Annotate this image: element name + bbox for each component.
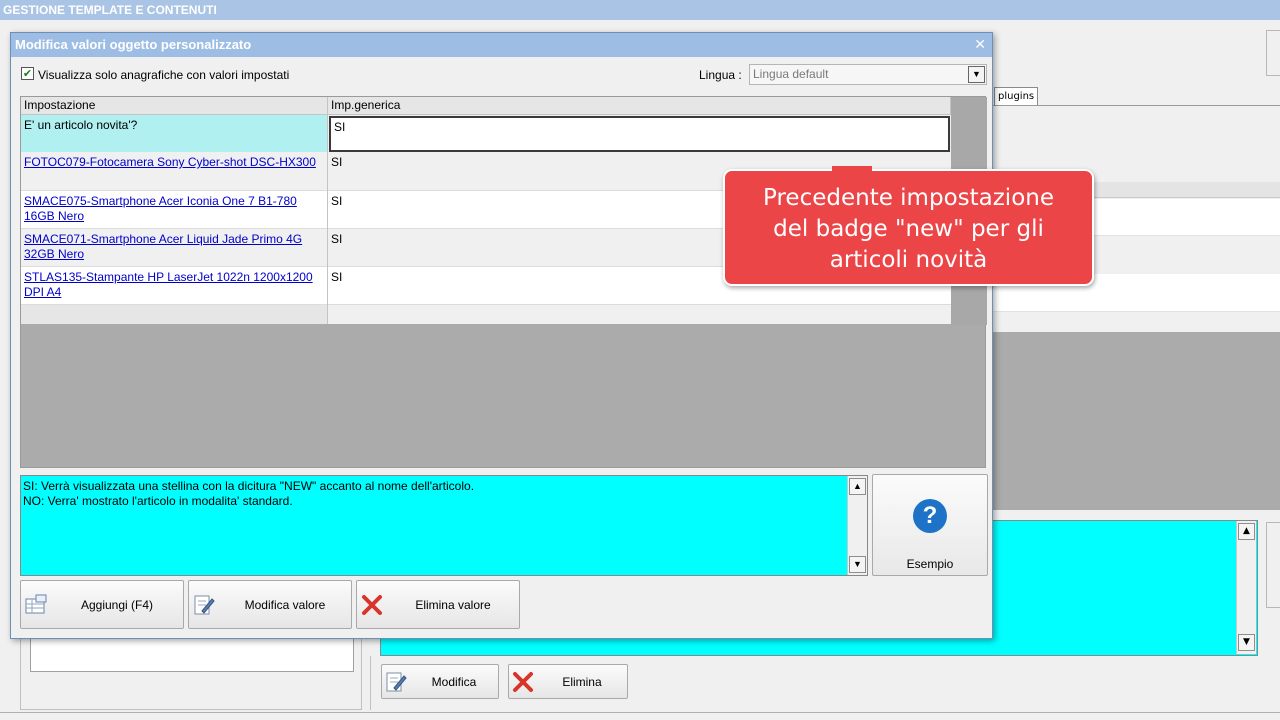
table-new-row-header xyxy=(21,305,328,324)
description-scrollbar[interactable]: ▲ ▼ xyxy=(847,476,867,575)
delete-value-button[interactable]: Elimina valore xyxy=(356,580,520,629)
example-button[interactable]: ? Esempio xyxy=(872,474,988,576)
column-header-setting[interactable]: Impostazione xyxy=(21,97,328,115)
delete-button-label: Elimina xyxy=(562,674,602,689)
language-label: Lingua : xyxy=(699,68,742,82)
tab-plugins[interactable]: plugins xyxy=(994,87,1039,106)
modify-value-button-label: Modifica valore xyxy=(244,597,326,612)
delete-button[interactable]: Elimina xyxy=(508,664,628,699)
background-description-scrollbar[interactable]: ▲ ▼ xyxy=(1236,521,1256,654)
scroll-down-icon[interactable]: ▼ xyxy=(1238,634,1255,651)
delete-x-icon xyxy=(509,670,537,694)
callout-line-2: del badge "new" per gli xyxy=(773,216,1044,242)
language-select-value: Lingua default xyxy=(753,67,829,81)
column-header-generic-value[interactable]: Imp.generica xyxy=(328,97,951,115)
filter-checkbox-label: Visualizza solo anagrafiche con valori i… xyxy=(38,68,290,82)
dialog-title: Modifica valori oggetto personalizzato xyxy=(11,33,992,57)
close-icon[interactable]: ✕ xyxy=(974,34,986,56)
language-select[interactable]: Lingua default ▼ xyxy=(749,64,987,85)
background-bottom-divider xyxy=(0,712,1280,713)
annotation-callout: Precedente impostazione del badge "new" … xyxy=(723,169,1094,286)
modify-value-button[interactable]: Modifica valore xyxy=(188,580,352,629)
chevron-down-icon[interactable]: ▼ xyxy=(968,66,985,83)
callout-pointer-join xyxy=(832,166,872,172)
value-edit-text: SI xyxy=(334,120,346,134)
row-value-cell[interactable]: SI xyxy=(328,152,345,173)
row-setting-link[interactable]: SMACE071-Smartphone Acer Liquid Jade Pri… xyxy=(21,229,328,267)
callout-line-1: Precedente impostazione xyxy=(763,185,1054,211)
row-setting-cell[interactable]: E' un articolo novita'? xyxy=(21,115,328,152)
description-line-1: SI: Verrà visualizzata una stellina con … xyxy=(23,479,475,493)
scroll-up-icon[interactable]: ▲ xyxy=(1238,523,1255,540)
modify-button[interactable]: Modifica xyxy=(381,664,499,699)
description-line-2: NO: Verra' mostrato l'articolo in modali… xyxy=(23,494,293,508)
delete-value-button-label: Elimina valore xyxy=(415,597,491,612)
background-left-input[interactable] xyxy=(30,638,354,672)
example-button-label: Esempio xyxy=(906,557,954,571)
help-question-icon: ? xyxy=(913,499,947,533)
value-edit-field[interactable]: SI xyxy=(329,116,950,152)
edit-icon xyxy=(189,593,219,617)
row-setting-link[interactable]: STLAS135-Stampante HP LaserJet 1022n 120… xyxy=(21,267,328,305)
row-value-cell[interactable]: SI xyxy=(328,229,345,250)
edit-values-dialog: Modifica valori oggetto personalizzato ✕… xyxy=(10,32,993,639)
add-button-label: Aggiungi (F4) xyxy=(80,597,154,612)
filter-checkbox[interactable]: ✔ xyxy=(21,67,34,80)
background-side-button[interactable] xyxy=(1266,30,1280,76)
row-value-cell[interactable]: SI xyxy=(328,267,345,288)
row-value-cell[interactable]: SI xyxy=(328,191,345,212)
scroll-down-icon[interactable]: ▼ xyxy=(849,556,866,573)
description-box: SI: Verrà visualizzata una stellina con … xyxy=(20,475,868,576)
row-setting-link[interactable]: SMACE075-Smartphone Acer Iconia One 7 B1… xyxy=(21,191,328,229)
edit-icon xyxy=(382,670,410,694)
background-grid-empty xyxy=(992,332,1280,510)
row-setting-link[interactable]: FOTOC079-Fotocamera Sony Cyber-shot DSC-… xyxy=(21,152,328,191)
callout-line-3: articoli novità xyxy=(829,247,988,273)
scroll-up-icon[interactable]: ▲ xyxy=(849,478,866,495)
background-right-frame xyxy=(370,656,1280,710)
add-button[interactable]: Aggiungi (F4) xyxy=(20,580,184,629)
app-title: GESTIONE TEMPLATE E CONTENUTI xyxy=(0,0,1280,20)
background-side-panel xyxy=(1266,522,1280,608)
modify-button-label: Modifica xyxy=(431,674,477,689)
delete-x-icon xyxy=(357,593,387,617)
add-row-icon xyxy=(21,593,51,617)
